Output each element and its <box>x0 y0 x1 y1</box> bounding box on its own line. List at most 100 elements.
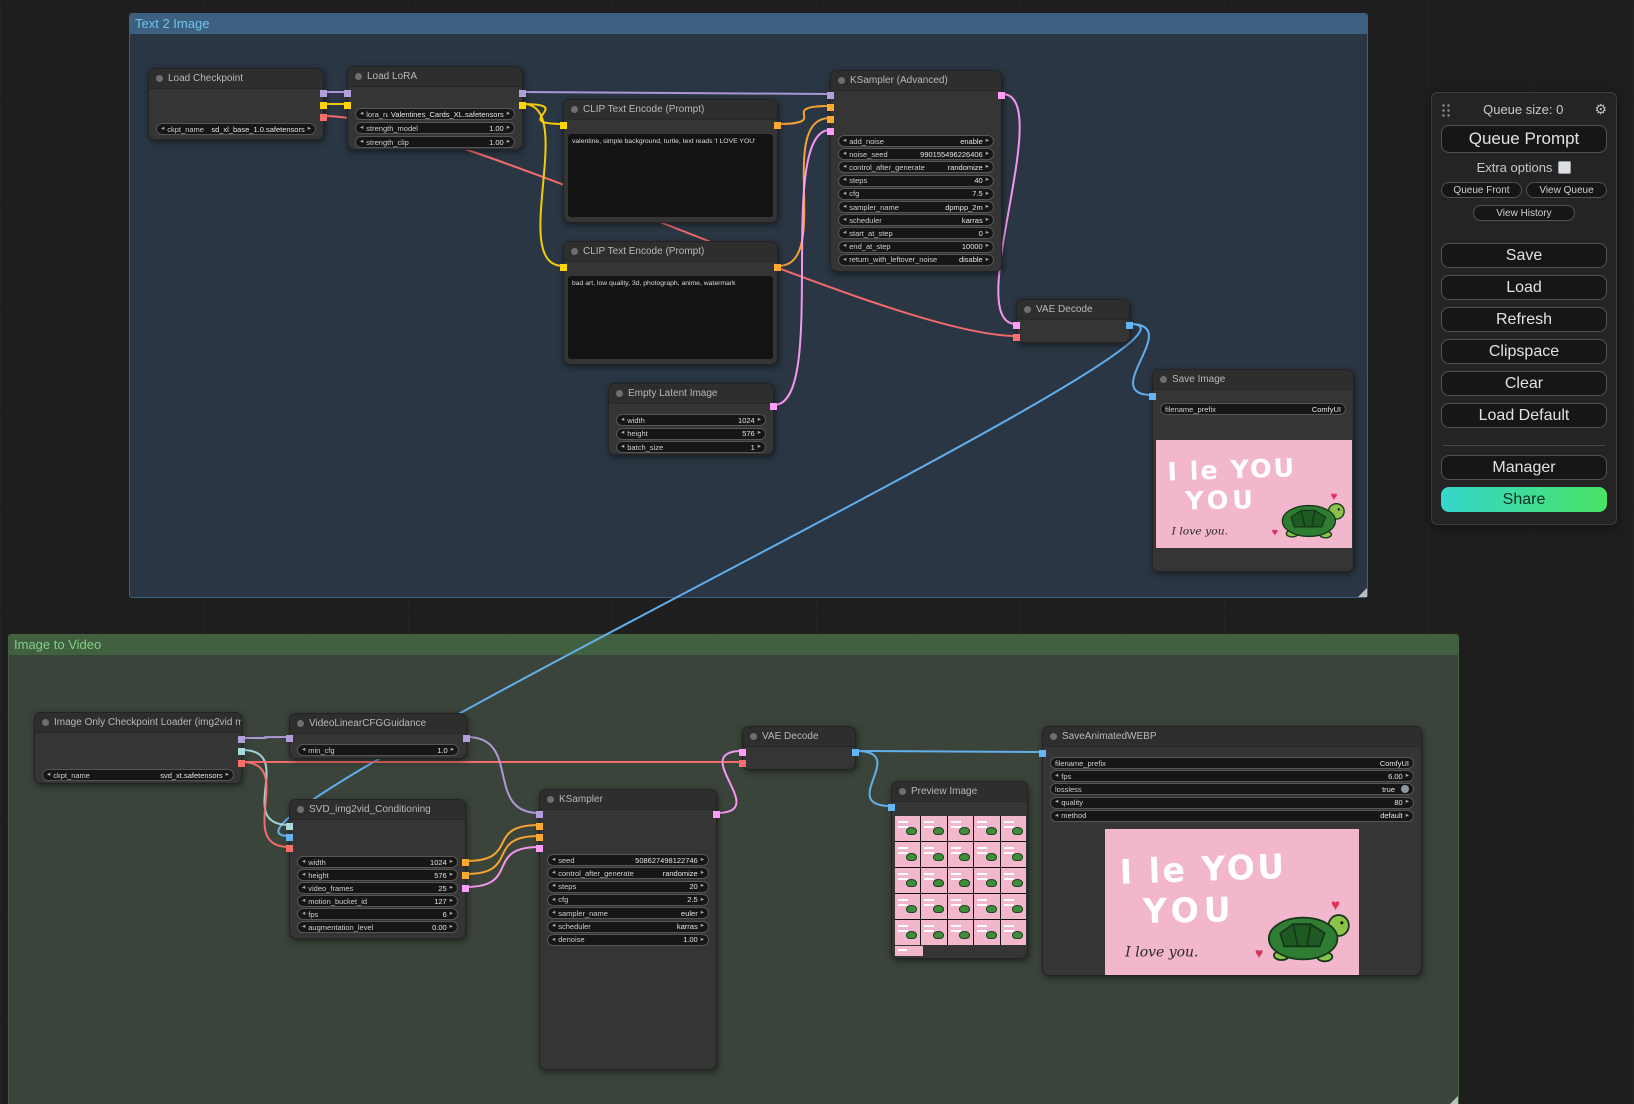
widget-lora-na[interactable]: ◂lora_naValentines_Cards_XL.safetensors▸ <box>355 108 515 120</box>
collapse-dot-icon[interactable] <box>750 733 757 740</box>
node-svd-cond[interactable]: SVD_img2vid_Conditioning◂width1024▸◂heig… <box>289 799 466 939</box>
input-slot-model[interactable] <box>344 90 351 97</box>
increment-arrow-icon[interactable]: ▸ <box>450 898 453 905</box>
widget-denoise[interactable]: ◂denoise1.00▸ <box>547 934 709 946</box>
clear-button[interactable]: Clear <box>1441 371 1607 396</box>
increment-arrow-icon[interactable]: ▸ <box>701 870 704 877</box>
widget-cfg[interactable]: ◂cfg7.5▸ <box>838 188 994 200</box>
decrement-arrow-icon[interactable]: ◂ <box>360 139 363 146</box>
collapse-dot-icon[interactable] <box>547 796 554 803</box>
increment-arrow-icon[interactable]: ▸ <box>450 872 453 879</box>
increment-arrow-icon[interactable]: ▸ <box>701 883 704 890</box>
decrement-arrow-icon[interactable]: ◂ <box>552 870 555 877</box>
widget-return-with-leftover-noise[interactable]: ◂return_with_leftover_noisedisable▸ <box>838 254 994 266</box>
load-button[interactable]: Load <box>1441 275 1607 300</box>
gear-icon[interactable]: ⚙ <box>1594 101 1607 118</box>
collapse-dot-icon[interactable] <box>571 248 578 255</box>
save-button[interactable]: Save <box>1441 243 1607 268</box>
input-slot-vae[interactable] <box>739 760 746 767</box>
decrement-arrow-icon[interactable]: ◂ <box>552 857 555 864</box>
collapse-dot-icon[interactable] <box>1024 306 1031 313</box>
increment-arrow-icon[interactable]: ▸ <box>507 125 510 132</box>
view-history-button[interactable]: View History <box>1473 205 1576 221</box>
queue-front-button[interactable]: Queue Front <box>1441 182 1522 198</box>
widget-steps[interactable]: ◂steps40▸ <box>838 175 994 187</box>
share-button[interactable]: Share <box>1441 487 1607 512</box>
input-slot-clip[interactable] <box>560 264 567 271</box>
collapse-dot-icon[interactable] <box>1050 733 1057 740</box>
widget-add-noise[interactable]: ◂add_noiseenable▸ <box>838 135 994 147</box>
collapse-dot-icon[interactable] <box>616 390 623 397</box>
output-slot-clip[interactable] <box>519 102 526 109</box>
input-slot-latent[interactable] <box>827 128 834 135</box>
input-slot-model[interactable] <box>286 735 293 742</box>
decrement-arrow-icon[interactable]: ◂ <box>360 111 363 118</box>
node-clip-neg[interactable]: CLIP Text Encode (Prompt)bad art, low qu… <box>563 241 778 365</box>
output-slot-latent[interactable] <box>713 811 720 818</box>
input-slot-conditioning[interactable] <box>536 823 543 830</box>
decrement-arrow-icon[interactable]: ◂ <box>843 164 846 171</box>
widget-ckpt-name[interactable]: ◂ckpt_namesvd_xt.safetensors▸ <box>42 769 234 781</box>
widget-augmentation-level[interactable]: ◂augmentation_level0.00▸ <box>297 921 458 933</box>
output-slot-latent[interactable] <box>770 403 777 410</box>
decrement-arrow-icon[interactable]: ◂ <box>843 191 846 198</box>
increment-arrow-icon[interactable]: ▸ <box>450 885 453 892</box>
node-ksampler-adv[interactable]: KSampler (Advanced)◂add_noiseenable▸◂noi… <box>830 70 1002 272</box>
collapse-dot-icon[interactable] <box>899 788 906 795</box>
decrement-arrow-icon[interactable]: ◂ <box>552 897 555 904</box>
input-slot-model[interactable] <box>536 811 543 818</box>
collapse-dot-icon[interactable] <box>297 720 304 727</box>
increment-arrow-icon[interactable]: ▸ <box>986 151 989 158</box>
decrement-arrow-icon[interactable]: ◂ <box>302 924 305 931</box>
decrement-arrow-icon[interactable]: ◂ <box>843 138 846 145</box>
widget-filename-prefix[interactable]: filename_prefixComfyUI <box>1160 403 1346 415</box>
node-ksampler-b[interactable]: KSampler◂seed508627498122746▸◂control_af… <box>539 789 717 1070</box>
queue-prompt-button[interactable]: Queue Prompt <box>1441 125 1607 153</box>
widget-fps[interactable]: ◂fps6▸ <box>297 908 458 920</box>
input-slot-clip[interactable] <box>344 102 351 109</box>
increment-arrow-icon[interactable]: ▸ <box>986 257 989 264</box>
node-save-webp[interactable]: SaveAnimatedWEBPfilename_prefixComfyUI◂f… <box>1042 726 1422 976</box>
widget-seed[interactable]: ◂seed508627498122746▸ <box>547 854 709 866</box>
manager-button[interactable]: Manager <box>1441 455 1607 480</box>
increment-arrow-icon[interactable]: ▸ <box>226 772 229 779</box>
node-vae-decode-t[interactable]: VAE Decode <box>1016 299 1130 343</box>
prompt-textarea[interactable]: bad art, low quality, 3d, photograph, an… <box>568 276 773 359</box>
input-slot-conditioning[interactable] <box>536 834 543 841</box>
group-resize-handle[interactable] <box>1449 1096 1458 1104</box>
widget-scheduler[interactable]: ◂schedulerkarras▸ <box>547 921 709 933</box>
decrement-arrow-icon[interactable]: ◂ <box>552 910 555 917</box>
collapse-dot-icon[interactable] <box>1160 376 1167 383</box>
node-video-cfg[interactable]: VideoLinearCFGGuidance◂min_cfg1.0▸ <box>289 713 467 759</box>
decrement-arrow-icon[interactable]: ◂ <box>621 417 624 424</box>
collapse-dot-icon[interactable] <box>156 75 163 82</box>
widget-ckpt-name[interactable]: ◂ckpt_namesd_xl_base_1.0.safetensors▸ <box>156 123 316 135</box>
decrement-arrow-icon[interactable]: ◂ <box>360 125 363 132</box>
output-slot-vae[interactable] <box>238 760 245 767</box>
output-slot-model[interactable] <box>238 736 245 743</box>
decrement-arrow-icon[interactable]: ◂ <box>552 937 555 944</box>
increment-arrow-icon[interactable]: ▸ <box>450 859 453 866</box>
output-slot-conditioning[interactable] <box>462 872 469 879</box>
input-slot-vae[interactable] <box>1013 334 1020 341</box>
widget-min-cfg[interactable]: ◂min_cfg1.0▸ <box>297 744 459 756</box>
input-slot-image[interactable] <box>1149 393 1156 400</box>
increment-arrow-icon[interactable]: ▸ <box>986 243 989 250</box>
decrement-arrow-icon[interactable]: ◂ <box>843 217 846 224</box>
widget-sampler-name[interactable]: ◂sampler_nameeuler▸ <box>547 907 709 919</box>
decrement-arrow-icon[interactable]: ◂ <box>843 230 846 237</box>
output-slot-latent[interactable] <box>462 885 469 892</box>
increment-arrow-icon[interactable]: ▸ <box>701 923 704 930</box>
decrement-arrow-icon[interactable]: ◂ <box>302 859 305 866</box>
widget-width[interactable]: ◂width1024▸ <box>297 856 458 868</box>
decrement-arrow-icon[interactable]: ◂ <box>843 151 846 158</box>
decrement-arrow-icon[interactable]: ◂ <box>161 126 164 133</box>
toggle-knob[interactable] <box>1401 785 1409 793</box>
collapse-dot-icon[interactable] <box>838 77 845 84</box>
increment-arrow-icon[interactable]: ▸ <box>1406 773 1409 780</box>
increment-arrow-icon[interactable]: ▸ <box>451 747 454 754</box>
increment-arrow-icon[interactable]: ▸ <box>758 444 761 451</box>
node-save-image[interactable]: Save Imagefilename_prefixComfyUI I le YO… <box>1152 369 1354 572</box>
extra-options-checkbox[interactable] <box>1558 161 1571 174</box>
increment-arrow-icon[interactable]: ▸ <box>1406 799 1409 806</box>
